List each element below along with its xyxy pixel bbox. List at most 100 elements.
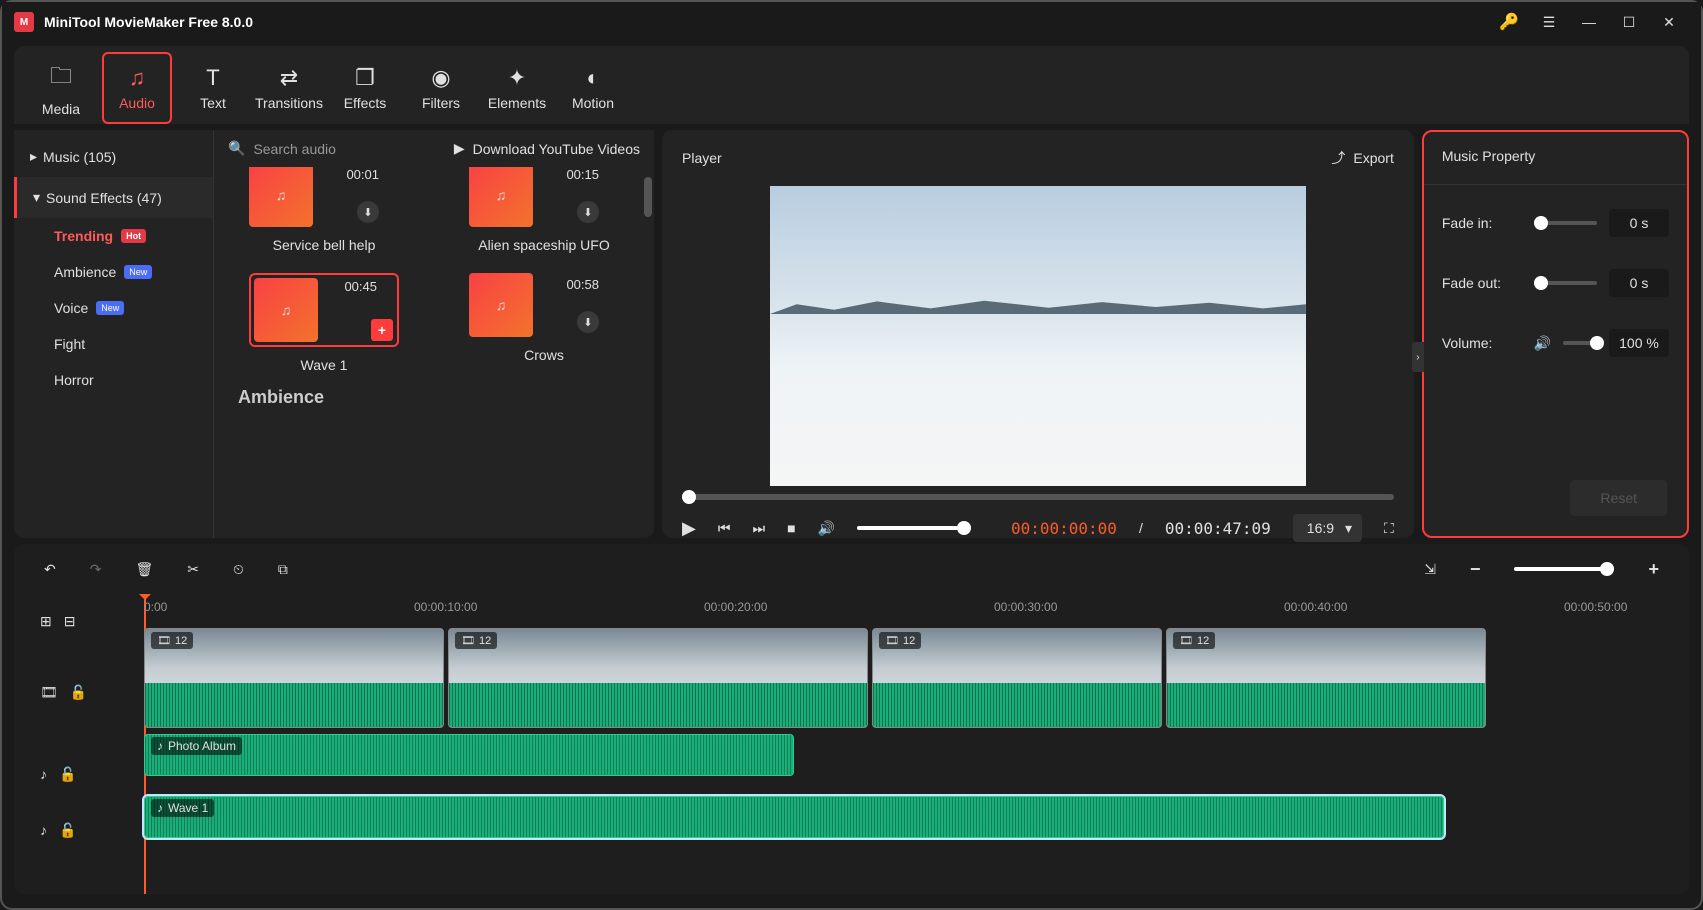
panel-title: Music Property bbox=[1424, 132, 1687, 185]
reset-button[interactable]: Reset bbox=[1570, 480, 1667, 516]
tab-filters[interactable]: ◉Filters bbox=[406, 52, 476, 124]
audio-tile-service-bell[interactable]: ♫ 00:01 ⬇ bbox=[249, 167, 399, 227]
add-to-timeline-icon[interactable]: + bbox=[371, 319, 393, 341]
scrub-handle[interactable] bbox=[682, 490, 696, 504]
fade-in-slider[interactable] bbox=[1534, 221, 1597, 225]
crop-button[interactable]: ⧉ bbox=[278, 561, 288, 578]
sidebar-item-music[interactable]: ▸Music (105) bbox=[14, 136, 213, 177]
prev-frame-button[interactable]: ⏮ bbox=[718, 520, 731, 537]
aspect-ratio-select[interactable]: 16:9 bbox=[1293, 514, 1362, 542]
lock-icon[interactable]: 🔓 bbox=[59, 822, 76, 839]
audio-sidebar: ▸Music (105) ▾Sound Effects (47) Trendin… bbox=[14, 130, 214, 538]
hamburger-menu-icon[interactable]: ☰ bbox=[1529, 2, 1569, 42]
split-button[interactable]: ✂ bbox=[187, 561, 199, 578]
sidebar-sub-ambience[interactable]: AmbienceNew bbox=[14, 254, 213, 290]
clip-volume-slider[interactable] bbox=[1563, 341, 1597, 345]
audio-tile-crows[interactable]: ♫ 00:58 ⬇ bbox=[469, 273, 619, 337]
next-frame-button[interactable]: ⏭ bbox=[752, 520, 765, 537]
new-badge: New bbox=[124, 265, 152, 279]
sidebar-sub-voice[interactable]: VoiceNew bbox=[14, 290, 213, 326]
audio-tile-alien-ufo[interactable]: ♫ 00:15 ⬇ bbox=[469, 167, 619, 227]
sparkle-icon: ✦ bbox=[508, 65, 526, 91]
time-ruler[interactable]: 0:00 00:00:10:00 00:00:20:00 00:00:30:00… bbox=[134, 594, 1689, 628]
video-track[interactable]: 🎞12 🎞12 🎞12 🎞12 bbox=[134, 628, 1689, 728]
scrub-bar[interactable] bbox=[682, 494, 1394, 500]
ruler-tick: 00:00:30:00 bbox=[994, 600, 1057, 614]
video-clip[interactable]: 🎞12 bbox=[144, 628, 444, 728]
stop-button[interactable]: ■ bbox=[787, 520, 795, 536]
zoom-out-button[interactable]: − bbox=[1470, 559, 1481, 580]
volume-icon[interactable]: 🔊 bbox=[818, 520, 835, 537]
video-clip[interactable]: 🎞12 bbox=[1166, 628, 1486, 728]
collapse-panel-icon[interactable]: › bbox=[1412, 342, 1424, 372]
sidebar-sub-trending[interactable]: TrendingHot bbox=[14, 218, 213, 254]
audio-track-1[interactable]: ♪Photo Album bbox=[134, 734, 1689, 790]
audio-clip-photo-album[interactable]: ♪Photo Album bbox=[144, 734, 794, 776]
play-button[interactable]: ▶ bbox=[682, 518, 696, 539]
tab-elements[interactable]: ✦Elements bbox=[482, 52, 552, 124]
audio-track-2[interactable]: ♪Wave 1 bbox=[134, 796, 1689, 852]
download-icon[interactable]: ⬇ bbox=[577, 201, 599, 223]
tab-text[interactable]: TText bbox=[178, 52, 248, 124]
film-icon: 🎞 bbox=[1179, 634, 1193, 647]
scrollbar-thumb[interactable] bbox=[644, 177, 652, 217]
fade-out-value[interactable]: 0 s bbox=[1609, 269, 1669, 297]
minimize-button[interactable]: — bbox=[1569, 2, 1609, 42]
sidebar-sub-fight[interactable]: Fight bbox=[14, 326, 213, 362]
lock-icon[interactable]: 🔓 bbox=[59, 766, 76, 783]
audio-track-icon: ♪ bbox=[40, 822, 47, 838]
maximize-button[interactable]: ☐ bbox=[1609, 2, 1649, 42]
remove-track-icon[interactable]: ⊟ bbox=[64, 613, 76, 630]
export-button[interactable]: ⤴Export bbox=[1331, 148, 1393, 168]
download-icon[interactable]: ⬇ bbox=[357, 201, 379, 223]
download-icon[interactable]: ⬇ bbox=[577, 311, 599, 333]
video-clip[interactable]: 🎞12 bbox=[872, 628, 1162, 728]
volume-value[interactable]: 100 % bbox=[1609, 329, 1669, 357]
zoom-slider[interactable] bbox=[1514, 567, 1614, 571]
lock-icon[interactable]: 🔓 bbox=[70, 684, 87, 701]
tab-audio[interactable]: ♫Audio bbox=[102, 52, 172, 124]
add-track-icon[interactable]: ⊞ bbox=[40, 613, 52, 630]
speaker-icon[interactable]: 🔊 bbox=[1534, 335, 1551, 352]
preview-viewport[interactable] bbox=[770, 186, 1306, 486]
speed-button[interactable]: ⏲ bbox=[233, 561, 244, 578]
audio-track-2-header: ♪ 🔓 bbox=[14, 802, 134, 858]
ruler-tick: 00:00:20:00 bbox=[704, 600, 767, 614]
music-note-icon: ♫ bbox=[249, 167, 313, 227]
fade-in-value[interactable]: 0 s bbox=[1609, 209, 1669, 237]
video-track-header: 🎞 🔓 bbox=[14, 638, 134, 746]
fit-timeline-icon[interactable]: ⇲ bbox=[1424, 561, 1436, 578]
audio-tile-wave-1[interactable]: ♫ 00:45 + bbox=[249, 273, 399, 347]
volume-label: Volume: bbox=[1442, 335, 1522, 351]
hot-badge: Hot bbox=[121, 229, 146, 243]
volume-slider[interactable] bbox=[857, 526, 967, 530]
redo-button[interactable]: ↷ bbox=[90, 561, 102, 578]
tab-motion[interactable]: ◐Motion bbox=[558, 52, 628, 124]
music-icon: ♫ bbox=[129, 65, 146, 91]
music-note-icon: ♫ bbox=[469, 167, 533, 227]
search-icon: 🔍 bbox=[228, 140, 245, 157]
license-key-icon[interactable]: 🔑 bbox=[1489, 2, 1529, 42]
delete-button[interactable]: 🗑 bbox=[135, 561, 153, 578]
tab-transitions[interactable]: ⇄Transitions bbox=[254, 52, 324, 124]
video-clip[interactable]: 🎞12 bbox=[448, 628, 868, 728]
music-property-panel: › Music Property Fade in: 0 s Fade out: … bbox=[1422, 130, 1689, 538]
zoom-in-button[interactable]: + bbox=[1648, 559, 1659, 580]
audio-name: Service bell help bbox=[273, 237, 376, 253]
ruler-tick: 00:00:50:00 bbox=[1564, 600, 1627, 614]
tab-media[interactable]: 🗀Media bbox=[26, 52, 96, 124]
music-note-icon: ♫ bbox=[254, 278, 318, 342]
sidebar-sub-horror[interactable]: Horror bbox=[14, 362, 213, 398]
download-youtube-button[interactable]: ▶Download YouTube Videos bbox=[454, 140, 640, 157]
sidebar-item-sound-effects[interactable]: ▾Sound Effects (47) bbox=[14, 177, 213, 218]
ruler-tick: 0:00 bbox=[144, 600, 167, 614]
audio-name: Alien spaceship UFO bbox=[478, 237, 610, 253]
search-audio-input[interactable]: 🔍Search audio bbox=[228, 140, 434, 157]
tab-effects[interactable]: ❐Effects bbox=[330, 52, 400, 124]
music-icon: ♪ bbox=[157, 801, 163, 815]
audio-clip-wave-1[interactable]: ♪Wave 1 bbox=[144, 796, 1444, 838]
fade-out-slider[interactable] bbox=[1534, 281, 1597, 285]
close-button[interactable]: ✕ bbox=[1649, 2, 1689, 42]
fullscreen-icon[interactable]: ⛶ bbox=[1384, 520, 1394, 537]
undo-button[interactable]: ↶ bbox=[44, 561, 56, 578]
